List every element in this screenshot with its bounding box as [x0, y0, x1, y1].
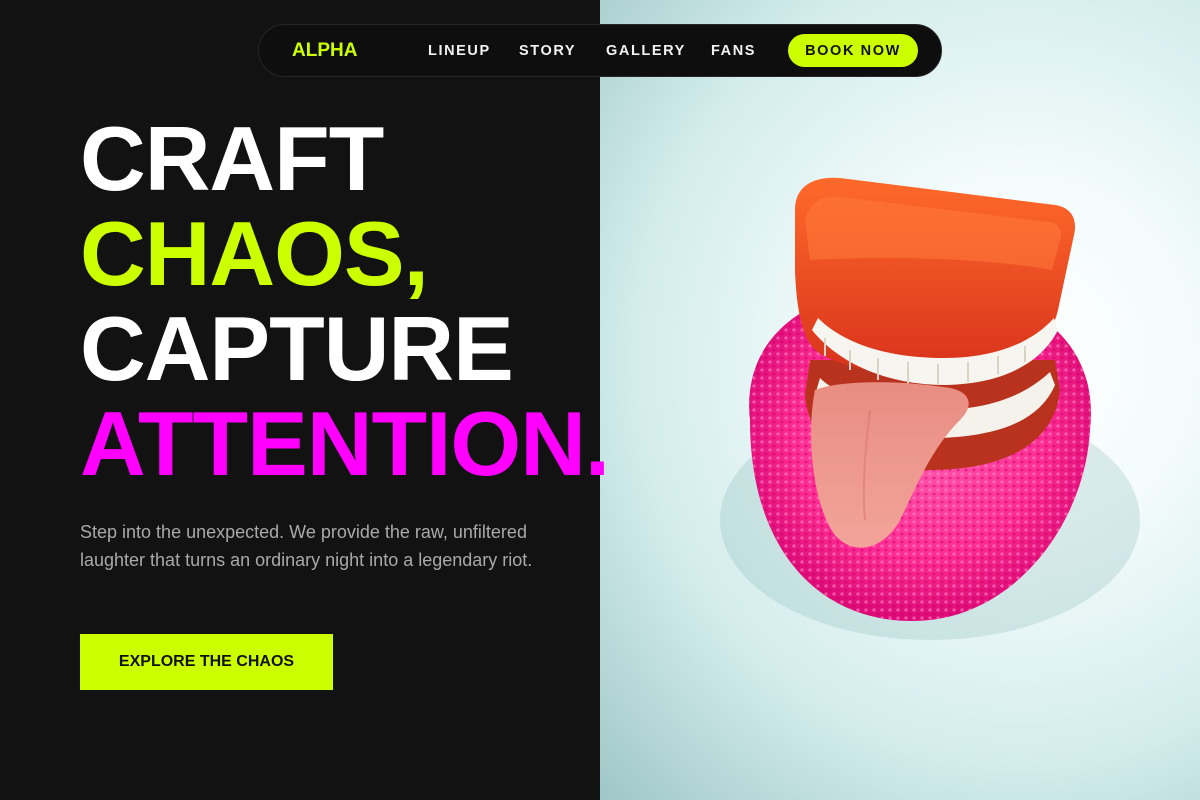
headline-line-attention: ATTENTION.	[80, 394, 610, 495]
book-now-button[interactable]: BOOK NOW	[788, 34, 918, 67]
teeth-toy-illustration	[720, 177, 1140, 640]
hero-headline: CRAFT CHAOS, CAPTURE ATTENTION.	[80, 109, 610, 495]
nav-link-gallery[interactable]: GALLERY	[606, 43, 686, 59]
headline-line-chaos: CHAOS,	[80, 204, 429, 305]
hero-description: Step into the unexpected. We provide the…	[80, 522, 533, 570]
nav-link-lineup[interactable]: LINEUP	[428, 43, 491, 59]
explore-chaos-button[interactable]: EXPLORE THE CHAOS	[80, 634, 333, 690]
headline-line-capture: CAPTURE	[80, 299, 514, 400]
brand-logo[interactable]: ALPHA	[292, 40, 357, 62]
hero-image	[600, 0, 1200, 800]
headline-line-craft: CRAFT	[80, 109, 384, 210]
nav-link-fans[interactable]: FANS	[711, 43, 756, 59]
top-navbar: ALPHA LINEUP STORY GALLERY FANS BOOK NOW	[258, 24, 942, 77]
nav-link-story[interactable]: STORY	[519, 43, 576, 59]
